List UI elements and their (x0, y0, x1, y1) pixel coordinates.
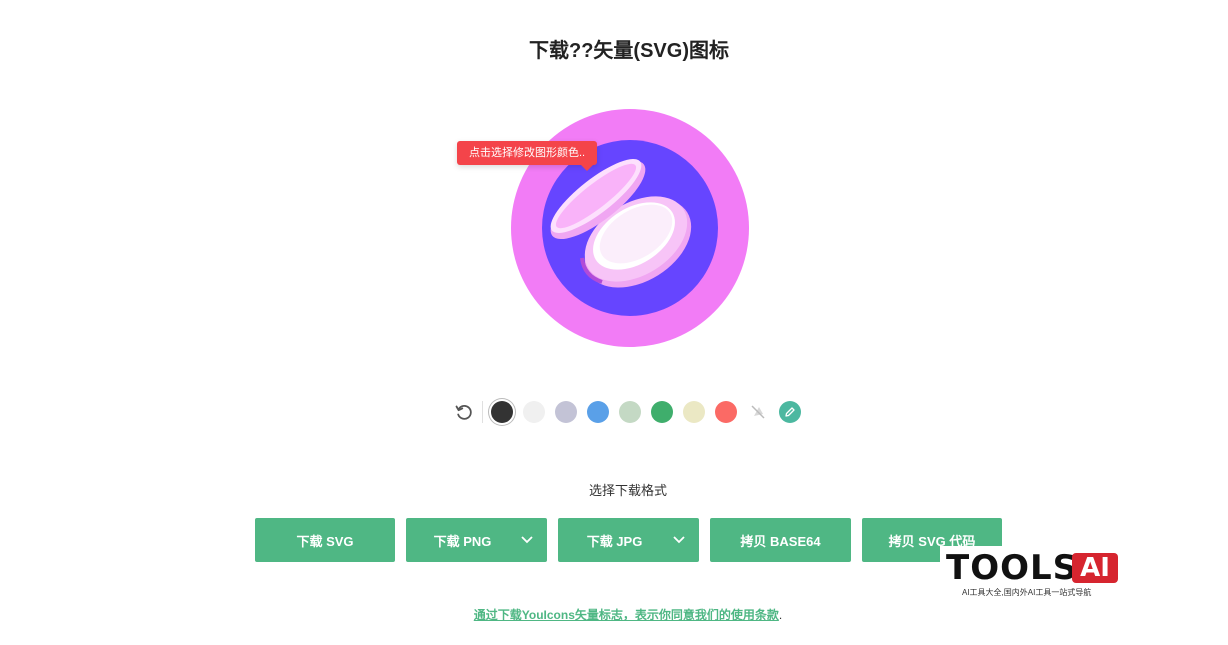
color-swatch-light-gray[interactable] (523, 401, 545, 423)
button-label: 拷贝 BASE64 (740, 533, 821, 549)
color-swatch-coral[interactable] (715, 401, 737, 423)
color-palette (452, 400, 811, 424)
palette-divider (482, 401, 483, 423)
download-format-label: 选择下载格式 (588, 483, 667, 498)
watermark-text: TOOLS (946, 548, 1079, 588)
chevron-down-icon[interactable] (667, 518, 691, 562)
color-swatch-sage[interactable] (619, 401, 641, 423)
chevron-down-icon[interactable] (515, 518, 539, 562)
color-swatch-dark[interactable] (491, 401, 513, 423)
terms-link[interactable]: 通过下载YouIcons矢量标志，表示你同意我们的使用条款 (474, 608, 779, 622)
color-swatch-lavender[interactable] (555, 401, 577, 423)
button-label: 下载 PNG (433, 533, 492, 549)
rotate-ccw-icon[interactable] (452, 400, 476, 424)
download-jpg-button[interactable]: 下载 JPG (558, 518, 699, 562)
terms-notice: 通过下载YouIcons矢量标志，表示你同意我们的使用条款. (0, 606, 1228, 623)
copy-base64-button[interactable]: 拷贝 BASE64 (710, 518, 851, 562)
button-label: 下载 SVG (296, 533, 354, 549)
watermark-ai-badge: AI (1072, 553, 1118, 583)
color-swatch-cream[interactable] (683, 401, 705, 423)
watermark-subtitle: AI工具大全,国内外AI工具一站式导航 (962, 588, 1092, 597)
pencil-icon[interactable] (779, 401, 801, 423)
color-edit-tooltip: 点击选择修改图形颜色.. (457, 141, 598, 171)
tools-ai-watermark: TOOLS AI AI工具大全,国内外AI工具一站式导航 (940, 546, 1124, 600)
no-fill-icon[interactable] (747, 401, 769, 423)
terms-period: . (778, 608, 783, 622)
page-title: 下载??矢量(SVG)图标 (529, 40, 729, 62)
color-swatch-green[interactable] (651, 401, 673, 423)
download-png-button[interactable]: 下载 PNG (406, 518, 547, 562)
download-svg-button[interactable]: 下载 SVG (255, 518, 395, 562)
color-swatch-blue[interactable] (587, 401, 609, 423)
button-label: 下载 JPG (586, 533, 643, 549)
